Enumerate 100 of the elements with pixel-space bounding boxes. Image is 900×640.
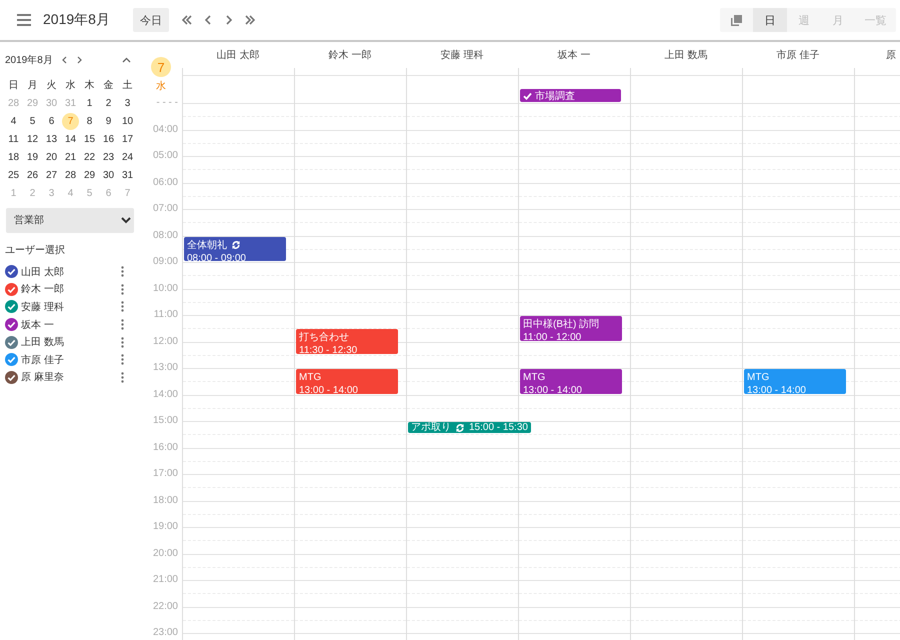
- calendar-day[interactable]: 14: [62, 130, 79, 148]
- calendar-day[interactable]: 13: [43, 130, 60, 148]
- user-name: 上田 数馬: [21, 336, 65, 350]
- event-time: 11:30 - 12:30: [299, 345, 358, 354]
- time-label: 21:00: [152, 574, 178, 586]
- more-options-icon[interactable]: [121, 319, 124, 330]
- weekday-label: 月: [26, 79, 38, 93]
- user-checkbox[interactable]: [5, 282, 18, 296]
- more-options-icon[interactable]: [121, 372, 124, 383]
- calendar-event[interactable]: 田中様(B社) 訪問 11:00 - 12:00: [520, 316, 622, 340]
- user-column-header: 上田 数馬: [664, 48, 708, 63]
- event-time: 08:00 - 09:00: [187, 252, 246, 261]
- calendar-day[interactable]: 5: [24, 112, 41, 130]
- calendar-day[interactable]: 11: [5, 130, 22, 148]
- user-checkbox[interactable]: [5, 370, 18, 384]
- chevron-up-icon[interactable]: [122, 57, 131, 63]
- section-title: ユーザー選択: [5, 244, 66, 257]
- time-label: - - - -: [156, 97, 178, 109]
- calendar-day[interactable]: 21: [62, 148, 79, 166]
- more-options-icon[interactable]: [121, 301, 124, 312]
- user-name: 市原 佳子: [21, 354, 65, 367]
- user-checkbox[interactable]: [5, 336, 18, 349]
- calendar-day[interactable]: 26: [24, 166, 41, 184]
- time-label: 17:00: [152, 468, 178, 480]
- time-label: 07:00: [152, 203, 178, 215]
- calendar-day[interactable]: 16: [100, 130, 117, 148]
- calendar-day[interactable]: 24: [119, 148, 136, 166]
- weekday-label: 水: [64, 78, 76, 93]
- user-column-header: 鈴木 一郎: [328, 48, 372, 63]
- calendar-day[interactable]: 25: [5, 166, 22, 184]
- more-options-icon[interactable]: [121, 354, 124, 366]
- weekday-label: 木: [84, 78, 96, 93]
- calendar-day[interactable]: 19: [24, 148, 41, 166]
- more-options-icon[interactable]: [121, 284, 124, 295]
- weekday-label: 火: [46, 78, 58, 93]
- department-select[interactable]: 営業部: [6, 208, 134, 233]
- all-day-event[interactable]: 市場調査: [520, 89, 621, 102]
- time-label: 19:00: [152, 521, 178, 533]
- calendar-day[interactable]: 2: [100, 94, 117, 112]
- chevron-left-icon[interactable]: [60, 56, 67, 64]
- calendar-day[interactable]: 15: [81, 130, 98, 148]
- calendar-day[interactable]: 6: [43, 112, 60, 130]
- weekday-label: 金: [102, 79, 114, 93]
- user-checkbox[interactable]: [5, 300, 18, 314]
- more-options-icon[interactable]: [121, 336, 124, 348]
- chevron-right-icon[interactable]: [76, 56, 83, 64]
- calendar-day[interactable]: 30: [100, 166, 117, 184]
- month-title: 2019年8月: [43, 11, 111, 29]
- calendar-day[interactable]: 9: [100, 112, 117, 130]
- time-label: 13:00: [152, 362, 178, 374]
- calendar-day[interactable]: 22: [81, 148, 98, 166]
- calendar-day[interactable]: 10: [119, 112, 136, 130]
- time-label: 10:00: [152, 282, 178, 294]
- calendar-day[interactable]: 31: [119, 166, 136, 184]
- time-label: 11:00: [154, 309, 178, 321]
- calendar-day[interactable]: 17: [119, 130, 136, 148]
- calendar-day[interactable]: 20: [43, 148, 60, 166]
- calendar-day[interactable]: 3: [119, 94, 136, 112]
- calendar-day[interactable]: 29: [81, 166, 98, 184]
- calendar-day[interactable]: 27: [43, 166, 60, 184]
- user-checkbox[interactable]: [5, 318, 18, 332]
- calendar-day[interactable]: 18: [5, 148, 22, 166]
- user-name: 鈴木 一郎: [21, 282, 65, 296]
- user-name: 坂本 一: [21, 318, 55, 332]
- double-chevron-right-icon[interactable]: [244, 15, 256, 25]
- more-options-icon[interactable]: [121, 266, 124, 278]
- weekday-label: 土: [122, 78, 134, 93]
- time-label: 15:00: [152, 415, 178, 427]
- view-tab[interactable]: 日: [753, 8, 787, 32]
- user-checkbox[interactable]: [5, 265, 18, 278]
- time-label: 22:00: [152, 600, 178, 612]
- calendar-day[interactable]: 1: [81, 94, 98, 112]
- menu-icon[interactable]: [17, 14, 31, 26]
- calendar-event[interactable]: MTG 13:00 - 14:00: [520, 369, 622, 394]
- user-name: 安藤 理科: [21, 300, 65, 314]
- calendar-day[interactable]: 8: [81, 112, 98, 130]
- calendar-day[interactable]: 23: [100, 148, 117, 166]
- time-label: 05:00: [152, 150, 178, 162]
- calendar-event[interactable]: 打ち合わせ 11:30 - 12:30: [296, 329, 398, 354]
- time-label: 04:00: [152, 124, 178, 136]
- user-column-header: 坂本 一: [556, 48, 592, 63]
- event-time: 13:00 - 14:00: [747, 385, 806, 394]
- double-chevron-left-icon[interactable]: [181, 15, 193, 25]
- event-title: 打ち合わせ: [299, 331, 349, 344]
- time-label: 06:00: [152, 176, 178, 188]
- calendar-day[interactable]: 12: [24, 130, 41, 148]
- user-column-header: 市原 佳子: [776, 48, 820, 63]
- user-column-header: 安藤 理科: [440, 48, 484, 63]
- calendar-day[interactable]: 4: [5, 112, 22, 130]
- user-name: 原 麻里奈: [21, 370, 65, 384]
- event-title: アポ取り: [411, 422, 451, 434]
- event-time: 13:00 - 14:00: [523, 385, 582, 394]
- event-time: 13:00 - 14:00: [299, 385, 358, 394]
- calendar-event[interactable]: 全体朝礼 08:00 - 09:00: [184, 236, 286, 261]
- calendar-event[interactable]: アポ取り 15:00 - 15:30: [408, 422, 531, 434]
- calendar-day[interactable]: 28: [62, 166, 79, 184]
- event-title: 全体朝礼: [187, 238, 227, 252]
- user-checkbox[interactable]: [5, 353, 18, 366]
- today-button[interactable]: 今日: [133, 8, 169, 32]
- calendar-event[interactable]: MTG 13:00 - 14:00: [296, 369, 398, 394]
